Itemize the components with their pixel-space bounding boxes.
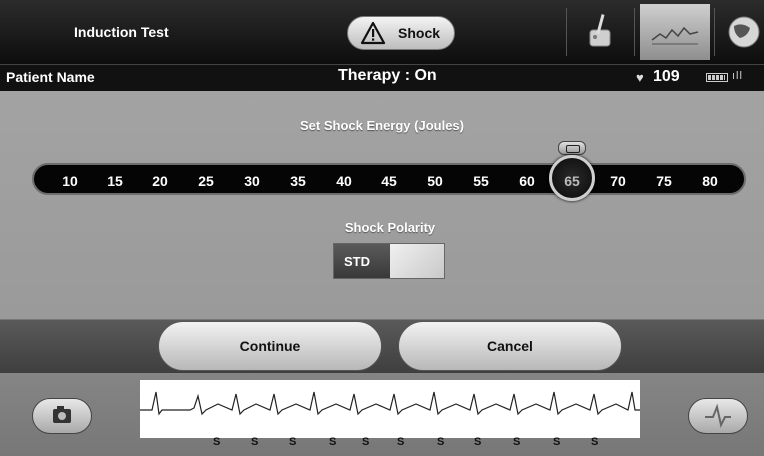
rhythm-capture-button[interactable] — [688, 398, 748, 434]
divider — [566, 8, 567, 56]
slider-drag-handle[interactable] — [558, 141, 586, 155]
energy-value[interactable]: 35 — [283, 173, 313, 189]
heart-icon: ♥ — [636, 70, 644, 85]
snapshot-button[interactable] — [32, 398, 92, 434]
sense-marker: S — [289, 436, 297, 448]
wand-tool-button[interactable] — [572, 4, 628, 60]
polarity-rev-option[interactable] — [390, 244, 444, 278]
battery-icon — [706, 73, 728, 82]
sense-marker: S — [474, 436, 482, 448]
heart-rate-value: 109 — [653, 68, 680, 85]
action-bar — [0, 319, 764, 374]
energy-value[interactable]: 70 — [603, 173, 633, 189]
energy-value[interactable]: 30 — [237, 173, 267, 189]
sense-marker: S — [591, 436, 599, 448]
cancel-button[interactable]: Cancel — [398, 321, 622, 371]
sense-marker: S — [251, 436, 259, 448]
energy-value[interactable]: 15 — [100, 173, 130, 189]
therapy-status: Therapy : On — [338, 67, 437, 84]
screen-title: Induction Test — [74, 24, 169, 40]
continue-button[interactable]: Continue — [158, 321, 382, 371]
rhythm-tool-button[interactable] — [640, 4, 710, 60]
energy-value[interactable]: 10 — [55, 173, 85, 189]
energy-value[interactable]: 25 — [191, 173, 221, 189]
heartbeat-icon — [705, 403, 731, 428]
energy-value-selected[interactable]: 65 — [557, 173, 587, 189]
ecg-waveform — [140, 391, 640, 416]
energy-title: Set Shock Energy (Joules) — [300, 118, 464, 133]
energy-value[interactable]: 45 — [374, 173, 404, 189]
polarity-title: Shock Polarity — [344, 220, 436, 235]
sense-marker: S — [213, 436, 221, 448]
globe-icon — [728, 16, 760, 48]
status-bar: Patient Name Therapy : On ♥ 109 ıll — [0, 64, 764, 91]
energy-value[interactable]: 55 — [466, 173, 496, 189]
sense-marker: S — [397, 436, 405, 448]
energy-value[interactable]: 50 — [420, 173, 450, 189]
energy-value[interactable]: 75 — [649, 173, 679, 189]
divider — [634, 8, 635, 56]
energy-value[interactable]: 20 — [145, 173, 175, 189]
wand-icon — [589, 14, 611, 47]
energy-value[interactable]: 60 — [512, 173, 542, 189]
divider — [714, 8, 715, 56]
camera-icon — [53, 406, 71, 423]
sense-marker: S — [362, 436, 370, 448]
sense-marker: S — [329, 436, 337, 448]
polarity-std-option[interactable]: STD — [334, 244, 390, 278]
sense-marker: S — [553, 436, 561, 448]
globe-tool-button[interactable] — [720, 4, 764, 60]
energy-value[interactable]: 40 — [329, 173, 359, 189]
polarity-value: STD — [344, 254, 370, 269]
shock-button[interactable]: Shock — [347, 16, 455, 50]
polarity-toggle[interactable]: STD — [333, 243, 445, 279]
signal-icon: ıll — [732, 70, 743, 82]
sense-marker: S — [437, 436, 445, 448]
top-bar: Induction Test Shock — [0, 0, 764, 64]
patient-name-label: Patient Name — [6, 69, 95, 85]
warning-icon — [360, 21, 386, 45]
energy-value[interactable]: 80 — [695, 173, 725, 189]
waveform-icon — [651, 26, 699, 45]
ecg-strip — [140, 380, 640, 438]
shock-button-label: Shock — [398, 25, 441, 41]
sense-marker: S — [513, 436, 521, 448]
